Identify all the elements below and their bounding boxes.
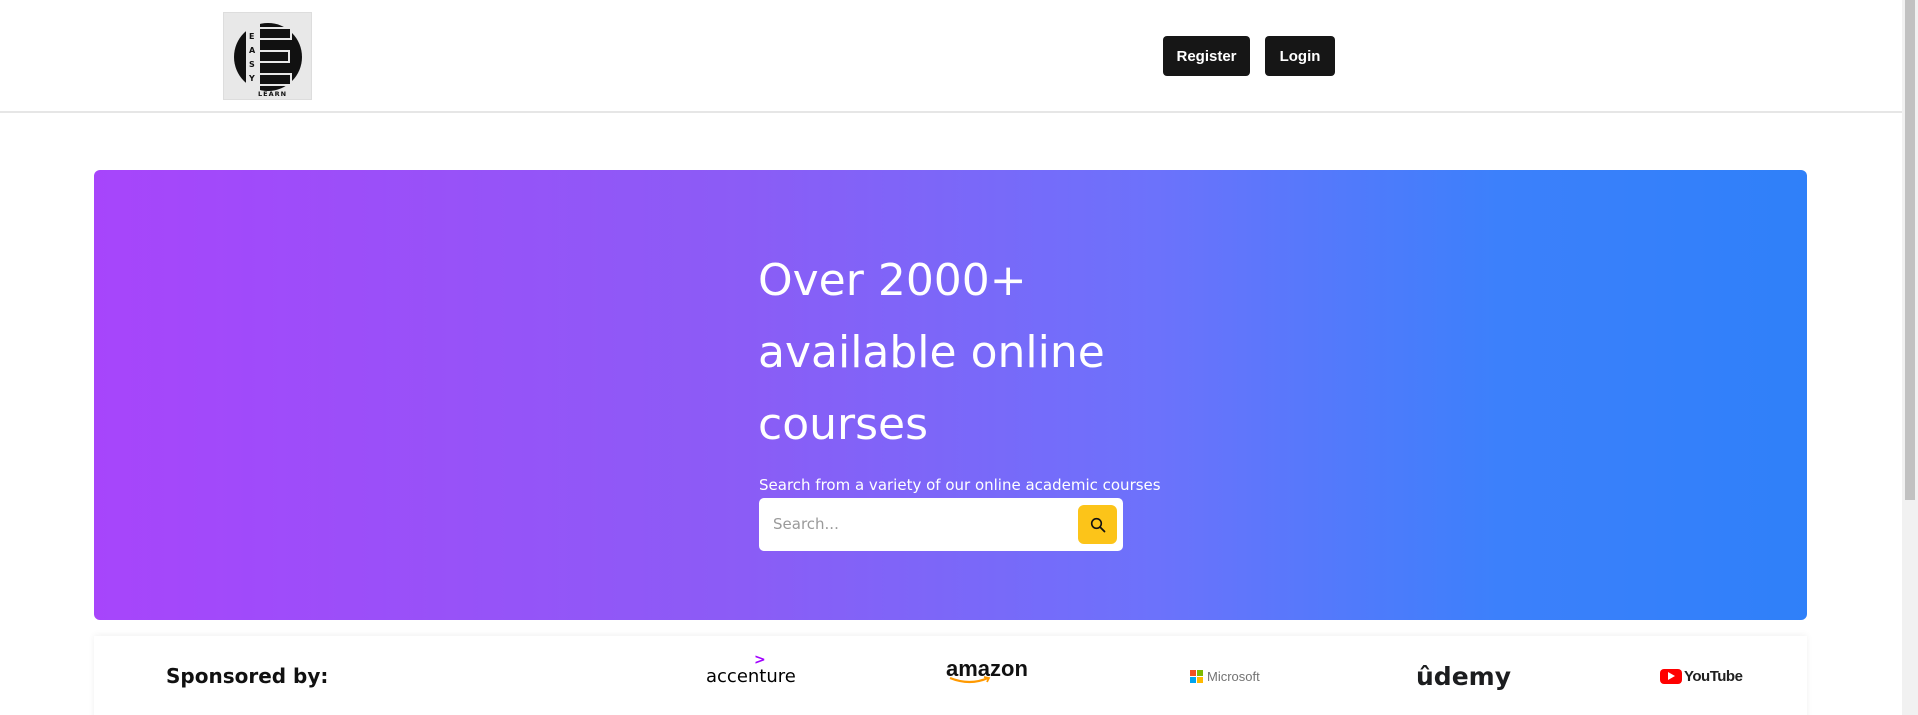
svg-text:LEARN: LEARN [258, 90, 287, 98]
sponsors-title: Sponsored by: [166, 664, 329, 688]
search-button[interactable] [1078, 505, 1117, 544]
sponsor-label: accenture [706, 665, 796, 687]
sponsor-youtube[interactable]: YouTube [1660, 656, 1743, 696]
sponsor-amazon[interactable]: amazon [946, 656, 1028, 696]
scrollbar-thumb[interactable] [1905, 0, 1915, 500]
page-scrollbar[interactable] [1902, 0, 1918, 715]
sponsor-udemy[interactable]: ûdemy [1416, 656, 1511, 696]
hero-title: Over 2000+ available online courses [758, 255, 1105, 450]
accenture-mark-icon: > [754, 652, 766, 668]
svg-text:S: S [249, 60, 255, 69]
svg-text:A: A [249, 46, 256, 55]
register-button[interactable]: Register [1163, 36, 1250, 76]
amazon-smile-icon [949, 676, 991, 684]
svg-text:Y: Y [248, 74, 255, 83]
navbar: E A S Y LEARN Register Login [0, 0, 1902, 113]
search-input[interactable] [773, 508, 1073, 540]
youtube-play-icon [1660, 668, 1682, 684]
sponsors-section: Sponsored by: > accenture amazon Microso… [94, 636, 1807, 715]
sponsor-label: YouTube [1684, 667, 1743, 685]
search-bar [759, 498, 1123, 551]
microsoft-logo-icon [1190, 669, 1203, 683]
svg-text:E: E [249, 32, 254, 41]
easy-learn-logo[interactable]: E A S Y LEARN [223, 12, 312, 100]
search-icon [1090, 517, 1105, 532]
sponsor-label: Microsoft [1207, 668, 1260, 684]
sponsor-microsoft[interactable]: Microsoft [1190, 656, 1260, 696]
hero-subtitle: Search from a variety of our online acad… [759, 476, 1161, 494]
sponsor-label: ûdemy [1416, 661, 1511, 691]
sponsor-accenture[interactable]: > accenture [706, 652, 796, 696]
login-button[interactable]: Login [1265, 36, 1335, 76]
